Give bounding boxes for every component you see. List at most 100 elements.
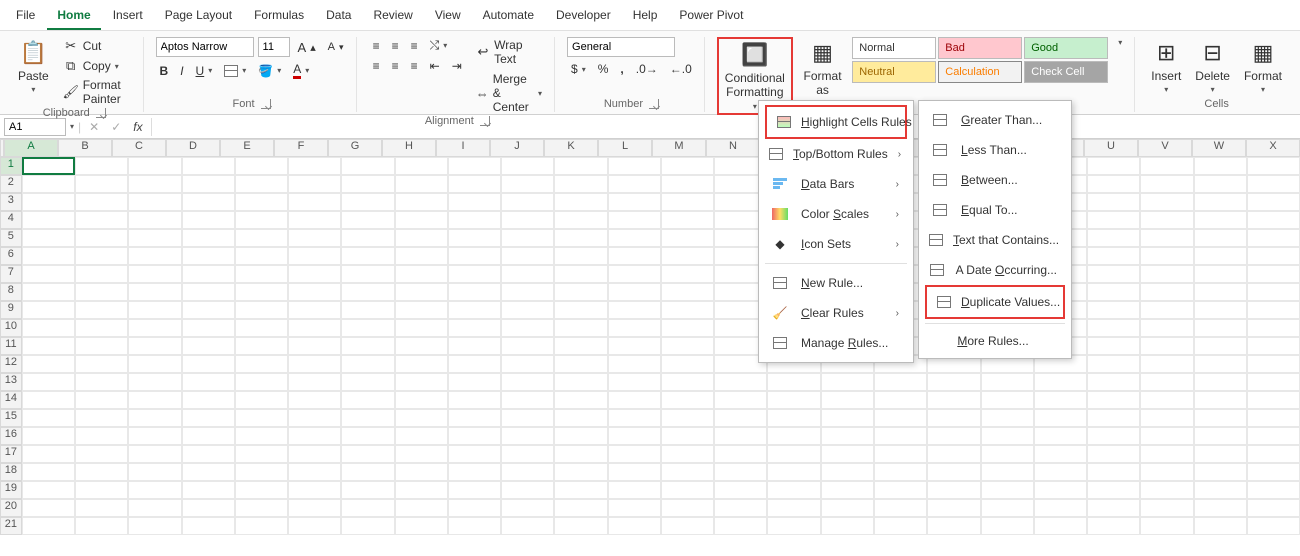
cell[interactable]: [448, 517, 501, 535]
cell[interactable]: [128, 517, 181, 535]
column-header[interactable]: E: [220, 139, 274, 157]
comma-button[interactable]: ,: [616, 61, 627, 77]
cell[interactable]: [1140, 337, 1193, 355]
cell[interactable]: [128, 355, 181, 373]
cell[interactable]: [128, 427, 181, 445]
cell[interactable]: [235, 283, 288, 301]
column-header[interactable]: L: [598, 139, 652, 157]
cell[interactable]: [661, 283, 714, 301]
cell[interactable]: [1140, 445, 1193, 463]
cell[interactable]: [235, 265, 288, 283]
cell[interactable]: [75, 175, 128, 193]
cell-styles-gallery[interactable]: Normal Bad Good Neutral Calculation Chec…: [852, 37, 1108, 83]
cell[interactable]: [661, 247, 714, 265]
cell[interactable]: [182, 445, 235, 463]
style-neutral[interactable]: Neutral: [852, 61, 936, 83]
align-right-button[interactable]: ≡: [407, 58, 422, 74]
column-header[interactable]: K: [544, 139, 598, 157]
cell[interactable]: [767, 481, 820, 499]
cell[interactable]: [22, 193, 75, 211]
cell[interactable]: [448, 175, 501, 193]
format-painter-button[interactable]: 🖌Format Painter: [59, 77, 135, 107]
cell[interactable]: [448, 427, 501, 445]
row-header[interactable]: 16: [0, 427, 22, 445]
cell[interactable]: [661, 193, 714, 211]
cell[interactable]: [288, 391, 341, 409]
cell[interactable]: [714, 463, 767, 481]
cell[interactable]: [341, 283, 394, 301]
row-header[interactable]: 20: [0, 499, 22, 517]
cell[interactable]: [1087, 355, 1140, 373]
menu-top-bottom-rules[interactable]: Top/Bottom Rules›: [759, 139, 913, 169]
cell[interactable]: [341, 481, 394, 499]
cell[interactable]: [75, 517, 128, 535]
cell[interactable]: [341, 175, 394, 193]
cell[interactable]: [1140, 229, 1193, 247]
cell[interactable]: [767, 409, 820, 427]
cell[interactable]: [661, 211, 714, 229]
cell[interactable]: [75, 265, 128, 283]
cell[interactable]: [1034, 481, 1087, 499]
cell[interactable]: [608, 229, 661, 247]
cell[interactable]: [235, 247, 288, 265]
cell[interactable]: [927, 499, 980, 517]
menu-highlight-cells-rules[interactable]: HHighlight Cells Rulesighlight Cells Rul…: [765, 105, 907, 139]
cell[interactable]: [341, 319, 394, 337]
cell[interactable]: [288, 265, 341, 283]
cell[interactable]: [288, 463, 341, 481]
cell[interactable]: [608, 283, 661, 301]
cell[interactable]: [554, 337, 607, 355]
cell[interactable]: [75, 391, 128, 409]
cell[interactable]: [395, 319, 448, 337]
cell[interactable]: [714, 427, 767, 445]
cell[interactable]: [235, 337, 288, 355]
cell[interactable]: [501, 337, 554, 355]
cell[interactable]: [1194, 445, 1247, 463]
cell[interactable]: [182, 355, 235, 373]
cell[interactable]: [128, 157, 181, 175]
cell[interactable]: [661, 265, 714, 283]
paste-button[interactable]: 📋 Paste ▾: [14, 37, 53, 97]
cell[interactable]: [501, 463, 554, 481]
cell[interactable]: [1194, 211, 1247, 229]
cell[interactable]: [1140, 355, 1193, 373]
cell[interactable]: [661, 481, 714, 499]
cell[interactable]: [22, 355, 75, 373]
cell[interactable]: [128, 247, 181, 265]
tab-review[interactable]: Review: [363, 4, 422, 30]
cell[interactable]: [128, 193, 181, 211]
menu-manage-rules[interactable]: Manage Rules...: [759, 328, 913, 358]
cell[interactable]: [395, 499, 448, 517]
row-header[interactable]: 19: [0, 481, 22, 499]
cell[interactable]: [554, 283, 607, 301]
delete-cells-button[interactable]: ⊟Delete▾: [1191, 37, 1234, 97]
cell[interactable]: [821, 463, 874, 481]
cell[interactable]: [1194, 499, 1247, 517]
cell[interactable]: [22, 499, 75, 517]
menu-date-occurring[interactable]: A Date Occurring...: [919, 255, 1071, 285]
cell[interactable]: [22, 409, 75, 427]
cell[interactable]: [22, 175, 75, 193]
style-bad[interactable]: Bad: [938, 37, 1022, 59]
wrap-text-button[interactable]: ↩Wrap Text: [472, 37, 546, 67]
cell[interactable]: [554, 211, 607, 229]
row-header[interactable]: 3: [0, 193, 22, 211]
cell[interactable]: [75, 481, 128, 499]
cell[interactable]: [75, 445, 128, 463]
cell[interactable]: [1194, 301, 1247, 319]
cell[interactable]: [661, 517, 714, 535]
cell[interactable]: [501, 193, 554, 211]
cell[interactable]: [608, 157, 661, 175]
cell[interactable]: [1247, 283, 1300, 301]
cell[interactable]: [661, 355, 714, 373]
cell[interactable]: [501, 301, 554, 319]
cell[interactable]: [235, 319, 288, 337]
row-header[interactable]: 14: [0, 391, 22, 409]
cell[interactable]: [395, 211, 448, 229]
cell[interactable]: [395, 247, 448, 265]
cell[interactable]: [395, 409, 448, 427]
cell[interactable]: [661, 427, 714, 445]
cell[interactable]: [235, 229, 288, 247]
cell[interactable]: [1087, 427, 1140, 445]
cell[interactable]: [1194, 337, 1247, 355]
